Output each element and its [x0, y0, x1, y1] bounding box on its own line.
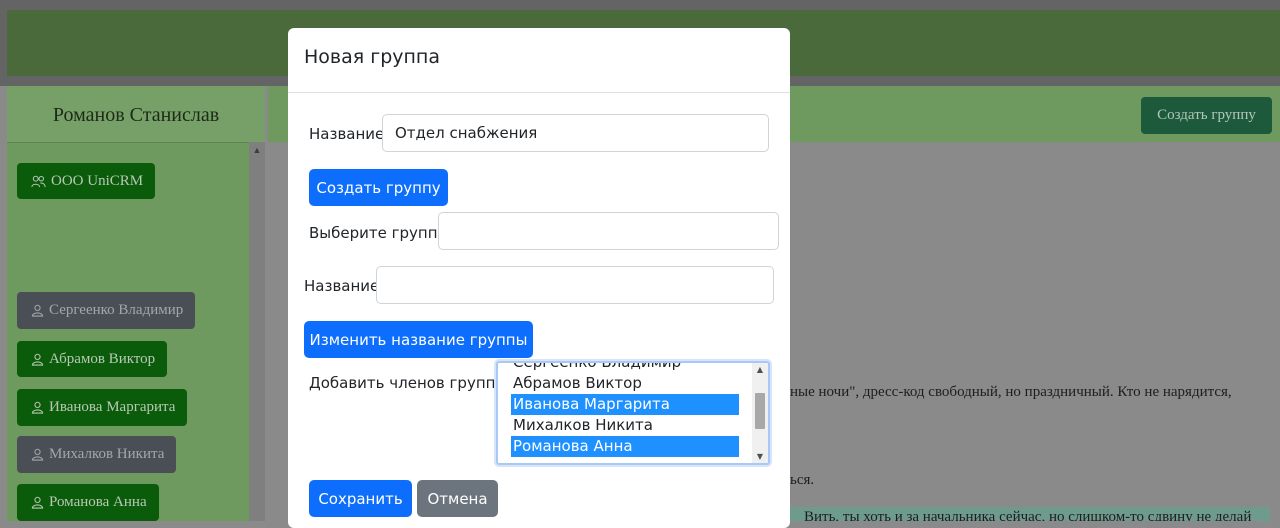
group-name-label: Название:	[309, 125, 390, 143]
member-item-romanova[interactable]: Романова Анна	[17, 484, 159, 521]
member-label: Михалков Никита	[49, 446, 165, 462]
scroll-up-icon[interactable]: ▲	[752, 365, 768, 374]
select-group-label: Выберите группу:	[309, 224, 452, 242]
message-text-line: ные ночи", дресс-код свободный, но празд…	[790, 384, 1232, 400]
scroll-down-icon[interactable]: ▼	[752, 452, 768, 461]
group-label: ООО UniCRM	[51, 172, 144, 189]
message-text-line: ься.	[790, 472, 815, 488]
modal-title: Новая группа	[304, 46, 440, 68]
member-label: Абрамов Виктор	[49, 350, 156, 367]
member-label: Романова Анна	[49, 494, 147, 510]
listbox-option[interactable]: Михалков Никита	[511, 415, 739, 436]
listbox-option[interactable]: Сергеенко Владимир	[511, 363, 739, 373]
rename-input[interactable]	[376, 266, 774, 304]
message-text-line: Вить, ты хоть и за начальника сейчас, но…	[804, 509, 1252, 521]
create-group-button[interactable]: Создать группу	[309, 169, 448, 206]
user-icon	[31, 448, 44, 461]
member-item-mikhalkov[interactable]: Михалков Никита	[17, 436, 177, 473]
user-icon	[31, 353, 44, 366]
group-item-unicrm[interactable]: ООО UniCRM	[17, 163, 156, 199]
cancel-button[interactable]: Отмена	[417, 480, 498, 517]
member-item-ivanova[interactable]: Иванова Маргарита	[17, 389, 188, 426]
select-group-input[interactable]	[438, 212, 779, 250]
modal-header: Новая группа	[288, 28, 790, 93]
listbox-option-selected[interactable]: Романова Анна	[511, 436, 739, 457]
save-button[interactable]: Сохранить	[309, 480, 412, 517]
listbox-scrollbar[interactable]: ▲ ▼	[752, 363, 768, 463]
users-icon	[31, 175, 46, 187]
member-item-abramov[interactable]: Абрамов Виктор	[17, 341, 168, 377]
member-label: Иванова Маргарита	[49, 399, 176, 415]
member-label: Сергеенко Владимир	[49, 302, 184, 318]
listbox-scroll-thumb[interactable]	[755, 393, 765, 429]
listbox-option[interactable]: Абрамов Виктор	[511, 373, 739, 394]
create-group-top-button[interactable]: Создать группу	[1141, 97, 1272, 134]
message-highlight: Вить, ты хоть и за начальника сейчас, но…	[790, 507, 1270, 521]
listbox-option-selected[interactable]: Иванова Маргарита	[511, 394, 739, 415]
members-listbox[interactable]: Сергеенко Владимир Абрамов Виктор Иванов…	[496, 361, 770, 465]
scroll-up-icon[interactable]: ▲	[249, 142, 265, 158]
member-item-sergeenko[interactable]: Сергеенко Владимир	[17, 292, 196, 329]
user-icon	[31, 496, 44, 509]
add-members-label: Добавить членов группы:	[309, 374, 513, 392]
rename-label: Название:	[304, 277, 385, 295]
new-group-modal: Новая группа Название: Отдел снабжения С…	[288, 28, 790, 528]
group-name-input[interactable]: Отдел снабжения	[382, 114, 769, 152]
rename-group-button[interactable]: Изменить название группы	[304, 321, 533, 358]
user-icon	[31, 304, 44, 317]
sidebar-scrollbar[interactable]	[249, 142, 265, 521]
user-icon	[31, 401, 44, 414]
user-name: Романов Станислав	[52, 104, 220, 126]
